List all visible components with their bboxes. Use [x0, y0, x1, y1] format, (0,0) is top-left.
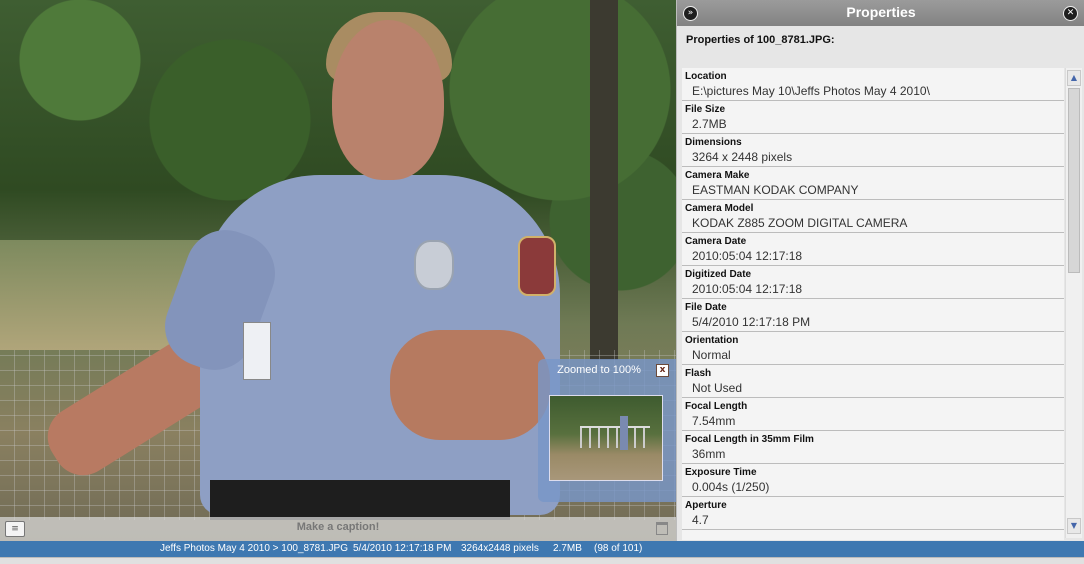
- status-date: 5/4/2010 12:17:18 PM: [353, 543, 452, 554]
- property-label: Exposure Time: [685, 467, 757, 478]
- zoom-label: Zoomed to 100%: [557, 364, 641, 376]
- property-value: Normal: [692, 348, 731, 362]
- property-row: Dimensions 3264 x 2448 pixels: [682, 134, 1064, 167]
- property-row: Exposure Time 0.004s (1/250): [682, 464, 1064, 497]
- status-bar: Jeffs Photos May 4 2010 > 100_8781.JPG 5…: [0, 541, 1084, 557]
- property-value: Not Used: [692, 381, 743, 395]
- property-value: EASTMAN KODAK COMPANY: [692, 183, 859, 197]
- property-row: Camera Make EASTMAN KODAK COMPANY: [682, 167, 1064, 200]
- properties-scrollbar[interactable]: ▲ ▼: [1065, 68, 1082, 538]
- scroll-down-arrow-icon[interactable]: ▼: [1067, 518, 1081, 534]
- panel-title: Properties: [846, 4, 916, 20]
- property-row: Location E:\pictures May 10\Jeffs Photos …: [682, 68, 1064, 101]
- property-value: 2010:05:04 12:17:18: [692, 249, 803, 263]
- property-row: Focal Length in 35mm Film 36mm: [682, 431, 1064, 464]
- person-right-hand: [390, 330, 550, 440]
- property-value: 3264 x 2448 pixels: [692, 150, 793, 164]
- property-label: Orientation: [685, 335, 739, 346]
- property-value: E:\pictures May 10\Jeffs Photos May 4 20…: [692, 84, 930, 98]
- property-value: 0.004s (1/250): [692, 480, 770, 494]
- trash-icon[interactable]: [656, 522, 668, 535]
- status-file-size: 2.7MB: [553, 543, 582, 554]
- property-row: File Date 5/4/2010 12:17:18 PM: [682, 299, 1064, 332]
- scroll-up-arrow-icon[interactable]: ▲: [1067, 70, 1081, 86]
- thumbnail-fence: [580, 426, 650, 448]
- zoom-close-button[interactable]: x: [656, 364, 669, 377]
- property-value: 2010:05:04 12:17:18: [692, 282, 803, 296]
- person-badge: [414, 240, 454, 290]
- scroll-thumb[interactable]: [1068, 88, 1080, 273]
- zoom-popup: Zoomed to 100% x: [538, 359, 676, 502]
- close-panel-button[interactable]: ✕: [1063, 6, 1078, 21]
- property-label: File Date: [685, 302, 727, 313]
- property-label: Flash: [685, 368, 712, 379]
- property-row: File Size 2.7MB: [682, 101, 1064, 134]
- property-label: Aperture: [685, 500, 727, 511]
- property-label: Camera Make: [685, 170, 750, 181]
- thumbnail-person: [620, 416, 628, 450]
- property-label: Focal Length: [685, 401, 748, 412]
- caption-input[interactable]: Make a caption!: [0, 521, 676, 533]
- property-row: Digitized Date 2010:05:04 12:17:18: [682, 266, 1064, 299]
- person-id-card: [243, 322, 271, 380]
- property-row: Camera Model KODAK Z885 ZOOM DIGITAL CAME…: [682, 200, 1064, 233]
- property-label: Focal Length in 35mm Film: [685, 434, 814, 445]
- person-belt: [210, 480, 510, 520]
- property-value: 2.7MB: [692, 117, 727, 131]
- properties-panel: » Properties ✕ Properties of 100_8781.JP…: [676, 0, 1084, 541]
- property-row: Orientation Normal: [682, 332, 1064, 365]
- panel-header: » Properties ✕: [677, 0, 1084, 26]
- property-row: Flash Not Used: [682, 365, 1064, 398]
- property-label: Location: [685, 71, 727, 82]
- property-row: Aperture 4.7: [682, 497, 1064, 530]
- person-shoulder-patch: [518, 236, 556, 296]
- caption-bar[interactable]: ≡ Make a caption!: [0, 517, 676, 541]
- property-label: Digitized Date: [685, 269, 752, 280]
- properties-heading: Properties of 100_8781.JPG:: [686, 34, 835, 46]
- property-row: Focal Length 7.54mm: [682, 398, 1064, 431]
- properties-list[interactable]: Location E:\pictures May 10\Jeffs Photos …: [682, 68, 1064, 540]
- property-label: Dimensions: [685, 137, 742, 148]
- property-value: 4.7: [692, 513, 709, 527]
- property-value: KODAK Z885 ZOOM DIGITAL CAMERA: [692, 216, 908, 230]
- property-value: 5/4/2010 12:17:18 PM: [692, 315, 811, 329]
- property-value: 7.54mm: [692, 414, 736, 428]
- status-path: Jeffs Photos May 4 2010 > 100_8781.JPG: [160, 543, 348, 554]
- status-position: (98 of 101): [594, 543, 643, 554]
- property-row: Camera Date 2010:05:04 12:17:18: [682, 233, 1064, 266]
- person-head: [332, 20, 444, 180]
- property-label: Camera Date: [685, 236, 747, 247]
- property-value: 36mm: [692, 447, 726, 461]
- photo-view[interactable]: Zoomed to 100% x ≡ Make a caption!: [0, 0, 676, 541]
- zoom-navigator-thumbnail[interactable]: [549, 395, 663, 481]
- property-label: Camera Model: [685, 203, 754, 214]
- property-label: File Size: [685, 104, 726, 115]
- status-dimensions: 3264x2448 pixels: [461, 543, 539, 554]
